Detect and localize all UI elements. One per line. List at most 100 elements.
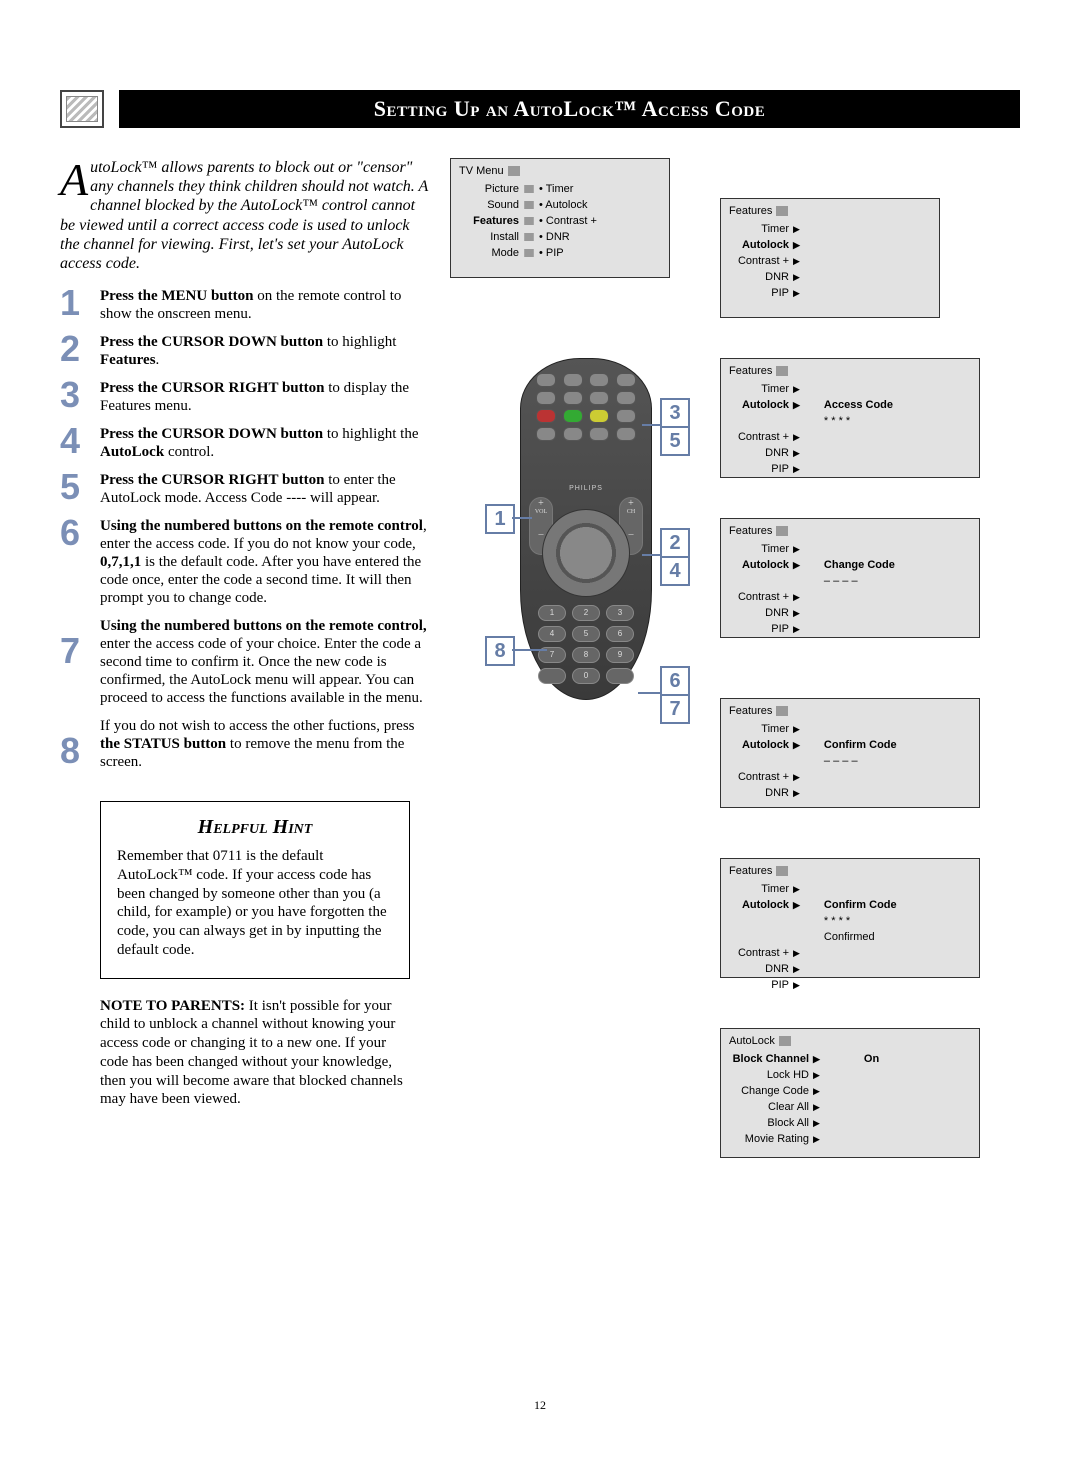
menu-item: • DNR <box>539 229 597 245</box>
step-body: Using the numbered buttons on the remote… <box>100 617 430 707</box>
callout-2: 2 <box>660 528 690 558</box>
step-number: 3 <box>60 379 100 415</box>
step: 5 Press the CURSOR RIGHT button to enter… <box>60 471 430 507</box>
hint-title: Helpful Hint <box>117 816 393 839</box>
page-number: 12 <box>60 1398 1020 1413</box>
step-number: 2 <box>60 333 100 369</box>
remote-top-buttons <box>531 369 641 459</box>
remote-small-button[interactable] <box>536 391 556 405</box>
step: 7 Using the numbered buttons on the remo… <box>60 617 430 707</box>
number-button-4[interactable]: 4 <box>538 626 566 642</box>
number-button-0[interactable]: 0 <box>572 668 600 684</box>
step: 3 Press the CURSOR RIGHT button to displ… <box>60 379 430 415</box>
step-number: 1 <box>60 287 100 323</box>
features-panel-confirmed: Features Timer▶Autolock▶Confirm Code▶* *… <box>720 858 980 978</box>
number-button-2[interactable]: 2 <box>572 605 600 621</box>
remote-small-button[interactable] <box>538 668 566 684</box>
remote-green-button[interactable] <box>563 409 583 423</box>
autolock-panel: AutoLock Block Channel▶OnLock HD▶Change … <box>720 1028 980 1158</box>
step: 8 If you do not wish to access the other… <box>60 717 430 771</box>
tv-menu-panel: TV Menu PictureSoundFeaturesInstallMode … <box>450 158 670 278</box>
number-button-8[interactable]: 8 <box>572 647 600 663</box>
step-body: Press the CURSOR RIGHT button to display… <box>100 379 430 415</box>
window-icon <box>776 526 788 536</box>
remote-small-button[interactable] <box>536 427 556 441</box>
step-number: 5 <box>60 471 100 507</box>
note-to-parents: NOTE TO PARENTS: It isn't possible for y… <box>100 997 410 1110</box>
remote-small-button[interactable] <box>563 391 583 405</box>
step: 1 Press the MENU button on the remote co… <box>60 287 430 323</box>
step: 6 Using the numbered buttons on the remo… <box>60 517 430 607</box>
tv-menu-title: TV Menu <box>459 165 504 177</box>
step-body: Using the numbered buttons on the remote… <box>100 517 430 607</box>
callout-7: 7 <box>660 694 690 724</box>
manual-page-icon <box>60 90 104 128</box>
number-button-9[interactable]: 9 <box>606 647 634 663</box>
features-panel-1: Features Timer▶Autolock▶Contrast +▶DNR▶P… <box>720 198 940 318</box>
menu-item: Picture <box>459 181 539 197</box>
remote-small-button[interactable] <box>616 373 636 387</box>
features-panel-change: Features Timer▶Autolock▶Change Code▶– – … <box>720 518 980 638</box>
number-button-5[interactable]: 5 <box>572 626 600 642</box>
remote-small-button[interactable] <box>589 427 609 441</box>
step-number: 8 <box>60 735 100 771</box>
number-button-3[interactable]: 3 <box>606 605 634 621</box>
hint-body: Remember that 0711 is the default AutoLo… <box>117 847 393 960</box>
window-icon <box>508 166 520 176</box>
menu-item: • Timer <box>539 181 597 197</box>
callout-6: 6 <box>660 666 690 696</box>
remote-small-button[interactable] <box>536 373 556 387</box>
number-button-1[interactable]: 1 <box>538 605 566 621</box>
remote-small-button[interactable] <box>589 373 609 387</box>
remote-small-button[interactable] <box>606 668 634 684</box>
remote-small-button[interactable] <box>563 373 583 387</box>
cursor-ring[interactable] <box>542 509 630 597</box>
window-icon <box>776 706 788 716</box>
page-title: Setting Up an AutoLock™ Access Code <box>119 90 1020 128</box>
step-body: Press the CURSOR RIGHT button to enter t… <box>100 471 430 507</box>
remote-yellow-button[interactable] <box>589 409 609 423</box>
step-body: Press the MENU button on the remote cont… <box>100 287 430 323</box>
remote-small-button[interactable] <box>616 427 636 441</box>
remote-brand: PHILIPS <box>521 485 651 492</box>
features-panel-confirm: Features Timer▶Autolock▶Confirm Code▶– –… <box>720 698 980 808</box>
menu-item: • PIP <box>539 245 597 261</box>
remote-small-button[interactable] <box>589 391 609 405</box>
window-icon <box>779 1036 791 1046</box>
step-body: Press the CURSOR DOWN button to highligh… <box>100 333 430 369</box>
callout-8: 8 <box>485 636 515 666</box>
title-bar: Setting Up an AutoLock™ Access Code <box>60 90 1020 128</box>
callout-3: 3 <box>660 398 690 428</box>
number-button-6[interactable]: 6 <box>606 626 634 642</box>
intro-text: utoLock™ allows parents to block out or … <box>60 159 428 272</box>
panel-title: Features <box>729 205 772 217</box>
remote-red-button[interactable] <box>536 409 556 423</box>
step-number: 4 <box>60 425 100 461</box>
step: 2 Press the CURSOR DOWN button to highli… <box>60 333 430 369</box>
intro-paragraph: AutoLock™ allows parents to block out or… <box>60 158 430 273</box>
callout-4: 4 <box>660 556 690 586</box>
features-panel-access: Features Timer▶Autolock▶Access Code▶* * … <box>720 358 980 478</box>
dropcap: A <box>60 160 88 199</box>
menu-item: • Contrast + <box>539 213 597 229</box>
remote-small-button[interactable] <box>563 427 583 441</box>
number-pad: 1234567890 <box>538 605 634 684</box>
callout-1: 1 <box>485 504 515 534</box>
helpful-hint-box: Helpful Hint Remember that 0711 is the d… <box>100 801 410 979</box>
step-body: Press the CURSOR DOWN button to highligh… <box>100 425 430 461</box>
window-icon <box>776 366 788 376</box>
window-icon <box>776 206 788 216</box>
step-body: If you do not wish to access the other f… <box>100 717 430 771</box>
step: 4 Press the CURSOR DOWN button to highli… <box>60 425 430 461</box>
menu-item: Mode <box>459 245 539 261</box>
window-icon <box>776 866 788 876</box>
menu-item: Install <box>459 229 539 245</box>
step-number: 7 <box>60 635 100 707</box>
menu-item: Sound <box>459 197 539 213</box>
steps-list: 1 Press the MENU button on the remote co… <box>60 287 430 771</box>
step-number: 6 <box>60 517 100 607</box>
menu-item: • Autolock <box>539 197 597 213</box>
remote-small-button[interactable] <box>616 409 636 423</box>
remote-small-button[interactable] <box>616 391 636 405</box>
callout-5: 5 <box>660 426 690 456</box>
